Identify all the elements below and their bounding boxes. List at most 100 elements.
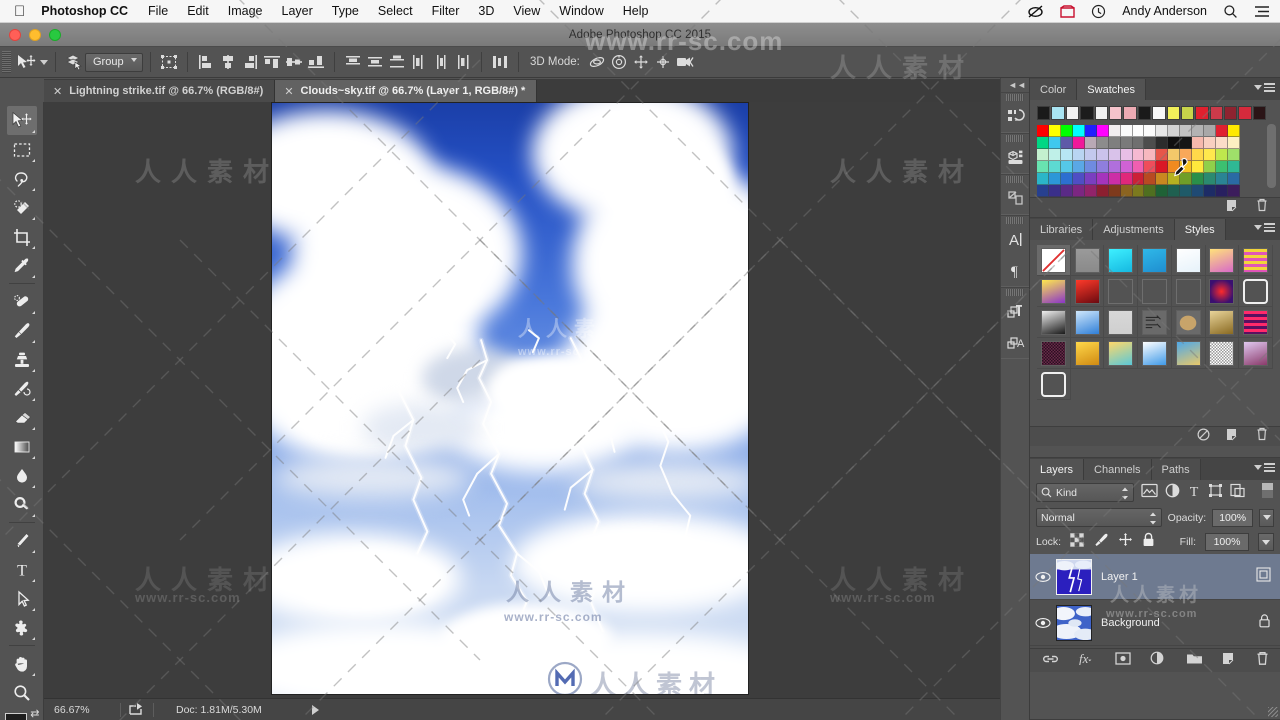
notification-center-icon[interactable] xyxy=(1254,5,1270,18)
menu-item-type[interactable]: Type xyxy=(332,4,359,18)
color-swatch[interactable] xyxy=(1072,149,1085,161)
color-swatch[interactable] xyxy=(1216,161,1229,173)
distribute-bottom-edges-icon[interactable] xyxy=(386,51,408,73)
filter-pixel-layers-icon[interactable] xyxy=(1141,483,1158,503)
eraser-tool-icon[interactable] xyxy=(7,403,37,432)
document-tab-clouds-sky[interactable]: ✕ Clouds~sky.tif @ 66.7% (Layer 1, RGB/8… xyxy=(275,80,538,102)
clone-stamp-tool-icon[interactable] xyxy=(7,345,37,374)
color-swatch[interactable] xyxy=(1108,173,1121,185)
clear-style-icon[interactable] xyxy=(1197,427,1210,446)
recent-swatch[interactable] xyxy=(1137,106,1152,120)
style-none[interactable] xyxy=(1037,245,1071,276)
new-layer-icon[interactable] xyxy=(1222,652,1237,670)
distribute-vertical-centers-icon[interactable] xyxy=(364,51,386,73)
lasso-tool-icon[interactable] xyxy=(7,164,37,193)
color-swatch[interactable] xyxy=(1072,137,1085,149)
color-swatch[interactable] xyxy=(1037,125,1049,137)
color-swatch[interactable] xyxy=(1060,161,1073,173)
style-gold-gradient[interactable] xyxy=(1205,307,1240,338)
color-swatch[interactable] xyxy=(1156,173,1169,185)
rail-grip[interactable] xyxy=(1006,217,1024,224)
user-name[interactable]: Andy Anderson xyxy=(1122,4,1207,18)
menu-item-3d[interactable]: 3D xyxy=(478,4,494,18)
character-styles-panel-icon[interactable] xyxy=(1001,296,1029,327)
layer-row-layer-1[interactable]: Layer 1 xyxy=(1030,554,1280,600)
lock-all-icon[interactable] xyxy=(1142,532,1155,552)
share-icon[interactable] xyxy=(129,702,145,718)
color-swatch[interactable] xyxy=(1144,149,1157,161)
color-swatch[interactable] xyxy=(1216,137,1229,149)
color-swatch[interactable] xyxy=(1228,149,1240,161)
distribute-left-edges-icon[interactable] xyxy=(408,51,430,73)
color-swatch[interactable] xyxy=(1228,173,1240,185)
color-swatch[interactable] xyxy=(1120,149,1133,161)
style-lavender-fade[interactable] xyxy=(1239,338,1273,369)
style-sky-blue[interactable] xyxy=(1070,307,1105,338)
fill-value[interactable]: 100% xyxy=(1205,533,1249,551)
color-swatch[interactable] xyxy=(1156,149,1169,161)
creative-cloud-icon[interactable] xyxy=(1027,4,1044,19)
color-swatch[interactable] xyxy=(1096,149,1109,161)
tool-preset-chevron-down-icon[interactable] xyxy=(40,59,48,65)
style-purple-glow[interactable] xyxy=(1205,276,1240,307)
swatches-body[interactable] xyxy=(1030,100,1280,197)
recent-swatch[interactable] xyxy=(1108,106,1123,120)
color-swatch[interactable] xyxy=(1048,185,1061,197)
align-right-edges-icon[interactable] xyxy=(239,51,261,73)
color-swatch[interactable] xyxy=(1096,137,1109,149)
tab-swatches[interactable]: Swatches xyxy=(1077,79,1146,100)
options-bar-grip[interactable] xyxy=(2,51,11,73)
color-swatch[interactable] xyxy=(1204,137,1217,149)
color-swatch[interactable] xyxy=(1144,185,1157,197)
layer-name[interactable]: Background xyxy=(1101,617,1160,629)
color-swatch[interactable] xyxy=(1048,137,1061,149)
recent-swatch[interactable] xyxy=(1180,106,1195,120)
rectangular-marquee-tool-icon[interactable] xyxy=(7,135,37,164)
color-swatch[interactable] xyxy=(1096,161,1109,173)
color-swatch[interactable] xyxy=(1120,185,1133,197)
new-swatch-icon[interactable] xyxy=(1226,199,1240,217)
color-swatch[interactable] xyxy=(1132,173,1145,185)
style-basic-drop-shadow[interactable] xyxy=(1070,245,1105,276)
menu-item-edit[interactable]: Edit xyxy=(187,4,209,18)
scale-3d-object-icon[interactable] xyxy=(674,51,696,73)
pan-3d-object-icon[interactable] xyxy=(630,51,652,73)
color-swatch[interactable] xyxy=(1048,173,1061,185)
gradient-tool-icon[interactable] xyxy=(7,432,37,461)
brush-tool-icon[interactable] xyxy=(7,316,37,345)
panel-menu-icon[interactable] xyxy=(1254,223,1275,232)
color-swatch[interactable] xyxy=(1084,173,1097,185)
color-swatch[interactable] xyxy=(1037,185,1049,197)
style-gold-burst[interactable] xyxy=(1070,338,1105,369)
menu-item-window[interactable]: Window xyxy=(559,4,603,18)
color-swatch[interactable] xyxy=(1060,185,1073,197)
color-swatch[interactable] xyxy=(1120,125,1133,137)
color-swatch[interactable] xyxy=(1180,125,1193,137)
hand-tool-icon[interactable] xyxy=(7,649,37,678)
delete-style-icon[interactable] xyxy=(1256,427,1268,446)
zoom-tool-icon[interactable] xyxy=(7,678,37,707)
color-swatch[interactable] xyxy=(1060,173,1073,185)
color-swatch[interactable] xyxy=(1037,137,1049,149)
link-layers-icon[interactable] xyxy=(1042,652,1059,670)
recent-swatch[interactable] xyxy=(1051,106,1065,120)
distribute-right-edges-icon[interactable] xyxy=(452,51,474,73)
color-swatch[interactable] xyxy=(1108,125,1121,137)
color-swatch[interactable] xyxy=(1204,161,1217,173)
roll-3d-object-icon[interactable] xyxy=(608,51,630,73)
history-panel-icon[interactable] xyxy=(1001,101,1029,132)
paragraph-styles-panel-icon[interactable]: A xyxy=(1001,327,1029,358)
recent-swatch[interactable] xyxy=(1152,106,1166,120)
color-swatch[interactable] xyxy=(1144,161,1157,173)
character-panel-icon[interactable]: A xyxy=(1001,224,1029,255)
custom-shape-tool-icon[interactable] xyxy=(7,613,37,642)
fill-dropdown-icon[interactable] xyxy=(1258,533,1274,551)
color-swatch[interactable] xyxy=(1132,149,1145,161)
color-chips[interactable]: ⇄ xyxy=(4,708,40,720)
recent-swatch[interactable] xyxy=(1065,106,1080,120)
move-tool-icon[interactable] xyxy=(6,106,37,135)
color-swatch[interactable] xyxy=(1048,161,1061,173)
color-swatch[interactable] xyxy=(1132,125,1145,137)
panel-menu-icon[interactable] xyxy=(1254,83,1275,92)
style-blue-glass[interactable] xyxy=(1138,245,1172,276)
